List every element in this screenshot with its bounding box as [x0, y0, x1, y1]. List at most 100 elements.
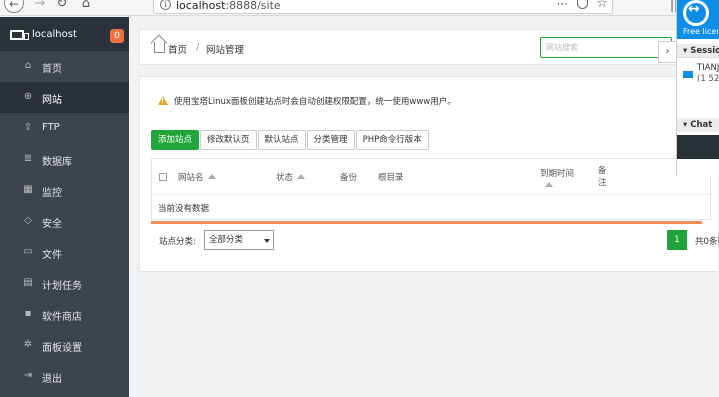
page-button[interactable]: 1 [667, 230, 687, 250]
ftp-icon: ⇪ [23, 122, 33, 133]
column-expire[interactable]: 到期时间 [540, 167, 574, 187]
shield-icon: ◇ [24, 215, 32, 226]
sidebar-item-website[interactable]: ⊕ 网站 [0, 82, 129, 113]
toolbar: 添加站点 修改默认页 默认站点 分类管理 PHP命令行版本 [151, 130, 430, 151]
sidebar-item-label: 软件商店 [42, 312, 82, 323]
sidebar-header: localhost 0 [0, 17, 129, 51]
globe-icon: ⊕ [23, 91, 33, 102]
sidebar-item-label: FTP [42, 122, 60, 133]
sidebar-item-ftp[interactable]: ⇪ FTP [0, 113, 129, 144]
chevron-down-icon: ▾ [683, 120, 688, 130]
calendar-icon: ▤ [23, 277, 33, 288]
teamviewer-collapse-button[interactable]: › [658, 41, 676, 63]
computer-name: TIANJI [697, 63, 719, 73]
category-select[interactable]: 全部分类 [204, 230, 274, 250]
notification-badge[interactable]: 0 [110, 29, 124, 43]
column-label: 状态 [276, 173, 294, 183]
category-label: 站点分类: [159, 237, 196, 247]
sidebar: localhost 0 ⌂ 首页 ⊕ 网站 ⇪ FTP ≣ 数据库 ▦ 监控 ◇… [0, 17, 129, 397]
teamviewer-header: Free license [677, 0, 719, 39]
sort-up-icon [545, 182, 553, 187]
select-all-checkbox[interactable] [159, 173, 167, 181]
chevron-down-icon: ▾ [683, 46, 688, 56]
table-header: 网站名 状态 备份 根目录 到期时间 备注 [152, 159, 710, 195]
database-icon: ≣ [23, 153, 33, 164]
notice-text: 使用宝塔Linux面板创建站点时会自动创建权限配置，统一使用www用户。 [174, 97, 456, 107]
free-license-text: Free license [683, 27, 719, 36]
sidebar-item-label: 文件 [42, 250, 62, 261]
sessions-label: Sessions [690, 46, 719, 56]
site-panel: 使用宝塔Linux面板创建站点时会自动创建权限配置，统一使用www用户。 添加站… [139, 76, 719, 272]
default-site-button[interactable]: 默认站点 [257, 130, 306, 150]
logout-icon: ⇥ [23, 370, 33, 381]
category-manage-button[interactable]: 分类管理 [306, 130, 355, 150]
server-host: localhost [32, 29, 77, 40]
sidebar-item-label: 计划任务 [42, 281, 82, 292]
column-note: 备注 [598, 165, 607, 189]
sidebar-item-cron[interactable]: ▤ 计划任务 [0, 268, 129, 299]
sort-up-icon [207, 174, 216, 179]
sidebar-item-logout[interactable]: ⇥ 退出 [0, 361, 129, 392]
sidebar-item-files[interactable]: ▭ 文件 [0, 237, 129, 268]
chat-area[interactable] [677, 135, 719, 159]
address-bar[interactable]: i localhost:8888/site ··· ☆ [153, 0, 613, 14]
column-label: 注 [598, 178, 607, 188]
empty-message: 当前没有数据 [158, 204, 210, 214]
computer-icon [683, 71, 693, 78]
session-item[interactable]: TIANJI (1 52 [677, 58, 719, 118]
folder-icon: ▭ [23, 246, 33, 257]
sort-up-icon [297, 174, 306, 179]
column-site-name[interactable]: 网站名 [178, 171, 216, 183]
chat-label: Chat [690, 120, 713, 130]
sidebar-item-monitor[interactable]: ▦ 监控 [0, 175, 129, 206]
bookmark-star-icon[interactable]: ☆ [596, 0, 608, 11]
sidebar-item-label: 网站 [42, 95, 62, 106]
info-icon[interactable]: i [160, 0, 171, 10]
sidebar-item-settings[interactable]: ✲ 面板设置 [0, 330, 129, 361]
sidebar-item-label: 监控 [42, 188, 62, 199]
sidebar-item-label: 安全 [42, 219, 62, 230]
sidebar-item-store[interactable]: ▪ 软件商店 [0, 299, 129, 330]
breadcrumb: 首页 / 网站管理 [139, 29, 679, 65]
footer: 站点分类: 全部分类 1 共0条数据 [151, 230, 719, 251]
grid-icon: ▪ [24, 308, 32, 319]
edit-default-page-button[interactable]: 修改默认页 [200, 130, 257, 150]
teamviewer-logo-icon [683, 0, 709, 26]
column-status[interactable]: 状态 [276, 171, 306, 183]
sidebar-item-label: 退出 [42, 374, 62, 385]
total-count: 共0条数据 [695, 237, 719, 247]
sessions-header[interactable]: ▾ Sessions [677, 44, 719, 58]
sidebar-item-security[interactable]: ◇ 安全 [0, 206, 129, 237]
sidebar-item-database[interactable]: ≣ 数据库 [0, 144, 129, 175]
pocket-icon[interactable] [577, 0, 588, 9]
site-search-input[interactable] [541, 38, 671, 57]
breadcrumb-home[interactable]: 首页 [168, 42, 187, 56]
sidebar-item-label: 首页 [42, 64, 62, 75]
notice: 使用宝塔Linux面板创建站点时会自动创建权限配置，统一使用www用户。 [158, 95, 456, 107]
home-outline-icon[interactable] [154, 42, 165, 53]
forward-button[interactable]: → [30, 0, 50, 14]
page-actions-icon[interactable]: ··· [557, 0, 568, 11]
url-text: localhost:8888/site [176, 0, 281, 12]
reload-button[interactable]: ↻ [52, 0, 72, 14]
url-path: :8888/site [225, 0, 281, 12]
column-label: 备 [598, 166, 607, 176]
home-button[interactable]: ⌂ [76, 0, 96, 14]
sites-table: 网站名 状态 备份 根目录 到期时间 备注 当前没有数据 [151, 158, 711, 220]
browser-toolbar: ← → ↻ ⌂ i localhost:8888/site ··· ☆ ||| [0, 0, 719, 16]
add-site-button[interactable]: 添加站点 [151, 130, 200, 150]
horizontal-scrollbar[interactable] [151, 221, 702, 224]
site-search [540, 37, 672, 58]
back-button[interactable]: ← [4, 0, 24, 13]
url-host: localhost [176, 0, 226, 12]
breadcrumb-current: 网站管理 [206, 45, 245, 56]
sidebar-item-home[interactable]: ⌂ 首页 [0, 51, 129, 82]
php-cli-version-button[interactable]: PHP命令行版本 [355, 130, 429, 150]
column-label: 到期时间 [540, 169, 575, 179]
teamviewer-panel: Free license ▾ Sessions TIANJI (1 52 ▾ C… [676, 0, 719, 176]
chat-header[interactable]: ▾ Chat [677, 118, 719, 132]
breadcrumb-separator: / [196, 42, 200, 53]
monitor-chart-icon: ▦ [23, 184, 33, 195]
column-backup: 备份 [340, 173, 358, 183]
column-label: 网站名 [178, 173, 204, 183]
